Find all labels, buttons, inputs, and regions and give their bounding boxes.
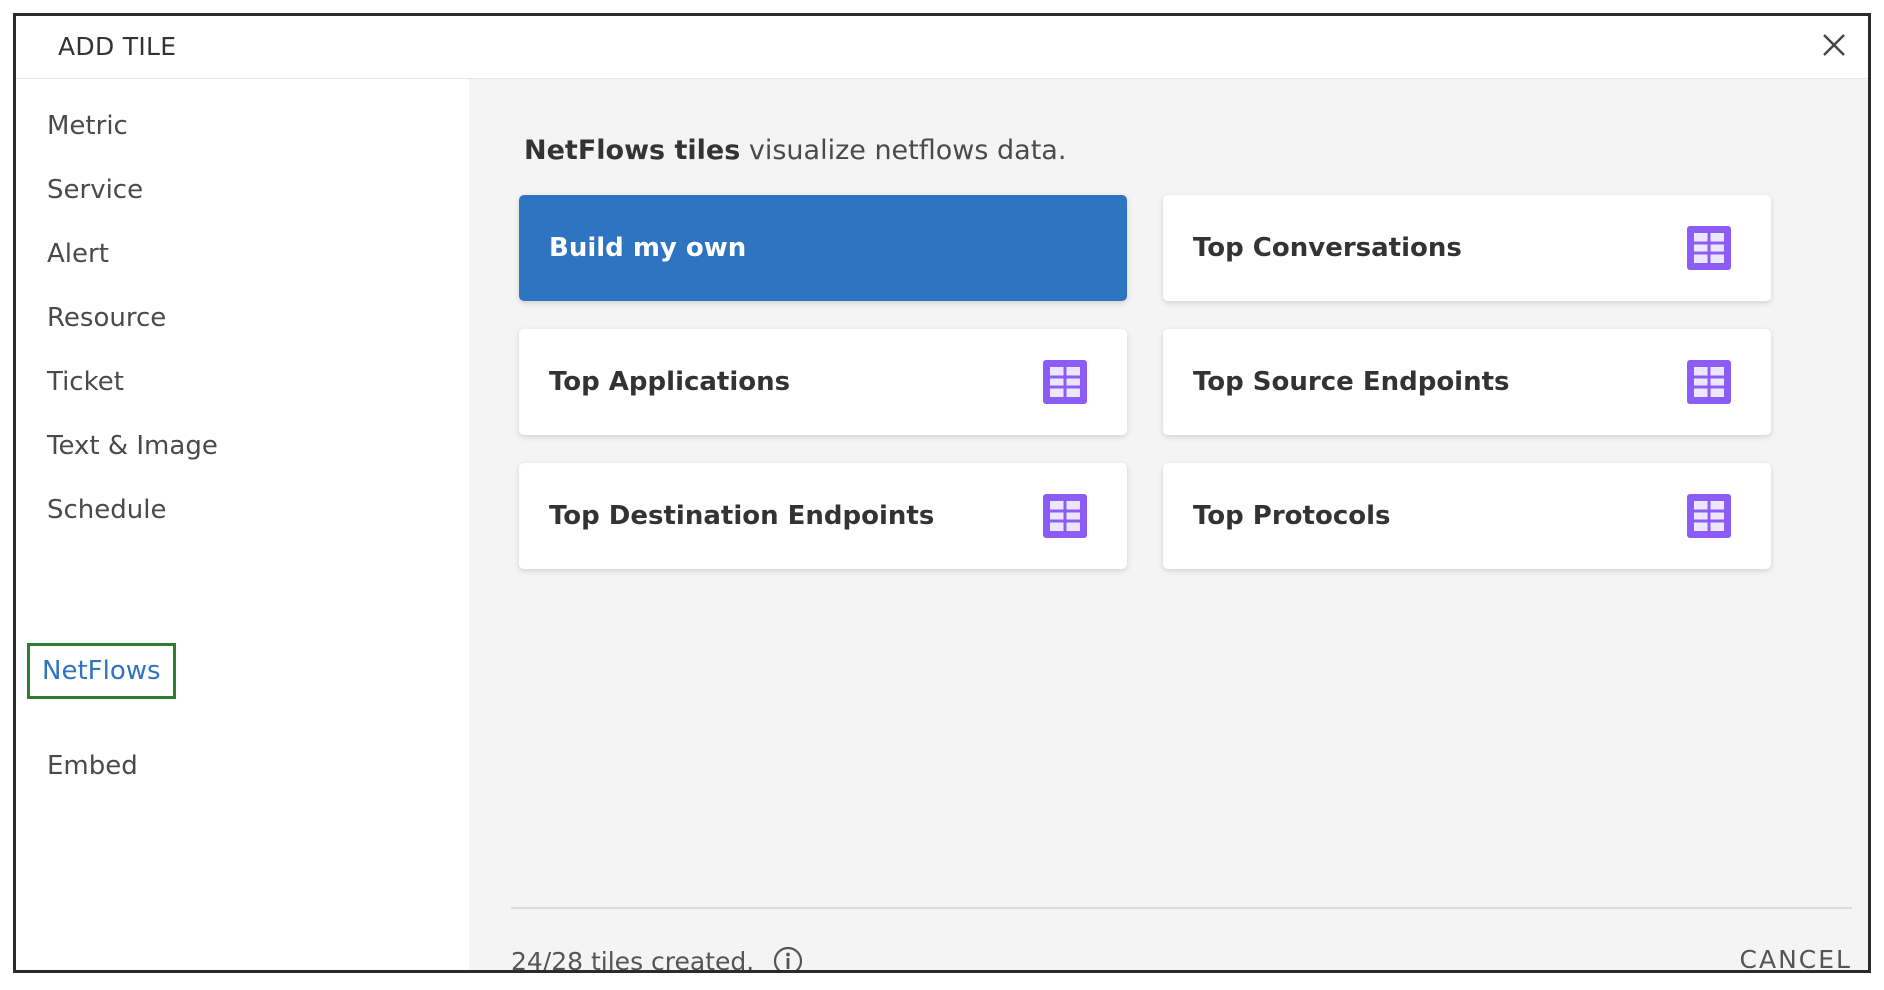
dialog-title: ADD TILE xyxy=(58,32,177,61)
info-icon[interactable] xyxy=(772,945,804,970)
table-grid-icon xyxy=(1685,492,1733,540)
table-grid-icon xyxy=(1041,358,1089,406)
dialog-header: ADD TILE xyxy=(16,16,1868,79)
table-grid-icon xyxy=(1685,358,1733,406)
tile-category-sidebar: Metric Service Alert Resource Ticket Tex… xyxy=(16,79,469,970)
tile-build-my-own[interactable]: Build my own xyxy=(519,195,1127,301)
sidebar-item-text-image[interactable]: Text & Image xyxy=(36,426,229,466)
sidebar-item-embed[interactable]: Embed xyxy=(36,746,149,786)
sidebar-item-metric[interactable]: Metric xyxy=(36,106,139,146)
sidebar-item-netflows[interactable]: NetFlows xyxy=(27,643,176,699)
tile-label: Top Protocols xyxy=(1193,501,1391,531)
table-grid-icon xyxy=(1685,224,1733,272)
section-description-bold: NetFlows tiles xyxy=(524,135,741,166)
sidebar-item-resource[interactable]: Resource xyxy=(36,298,177,338)
tile-top-destination-endpoints[interactable]: Top Destination Endpoints xyxy=(519,463,1127,569)
section-description: NetFlows tiles visualize netflows data. xyxy=(524,135,1066,166)
table-grid-icon xyxy=(1041,492,1089,540)
section-description-text: visualize netflows data. xyxy=(740,135,1067,166)
tile-label: Top Applications xyxy=(549,367,791,397)
add-tile-dialog: ADD TILE Metric Service Alert Resource T… xyxy=(13,13,1871,973)
tile-label: Top Destination Endpoints xyxy=(549,501,935,531)
tile-label: Top Conversations xyxy=(1193,233,1462,263)
close-icon[interactable] xyxy=(1814,25,1854,65)
sidebar-item-schedule[interactable]: Schedule xyxy=(36,490,177,530)
tile-top-conversations[interactable]: Top Conversations xyxy=(1163,195,1771,301)
tile-label: Top Source Endpoints xyxy=(1193,367,1510,397)
tile-label: Build my own xyxy=(549,233,747,263)
tile-options-panel: NetFlows tiles visualize netflows data. … xyxy=(469,79,1868,970)
sidebar-item-alert[interactable]: Alert xyxy=(36,234,120,274)
sidebar-item-ticket[interactable]: Ticket xyxy=(36,362,135,402)
tile-top-protocols[interactable]: Top Protocols xyxy=(1163,463,1771,569)
tile-top-applications[interactable]: Top Applications xyxy=(519,329,1127,435)
tiles-created-count: 24/28 tiles created. xyxy=(511,947,755,973)
sidebar-item-service[interactable]: Service xyxy=(36,170,154,210)
tile-top-source-endpoints[interactable]: Top Source Endpoints xyxy=(1163,329,1771,435)
footer-divider xyxy=(511,907,1852,909)
cancel-button[interactable]: CANCEL xyxy=(1740,945,1852,970)
